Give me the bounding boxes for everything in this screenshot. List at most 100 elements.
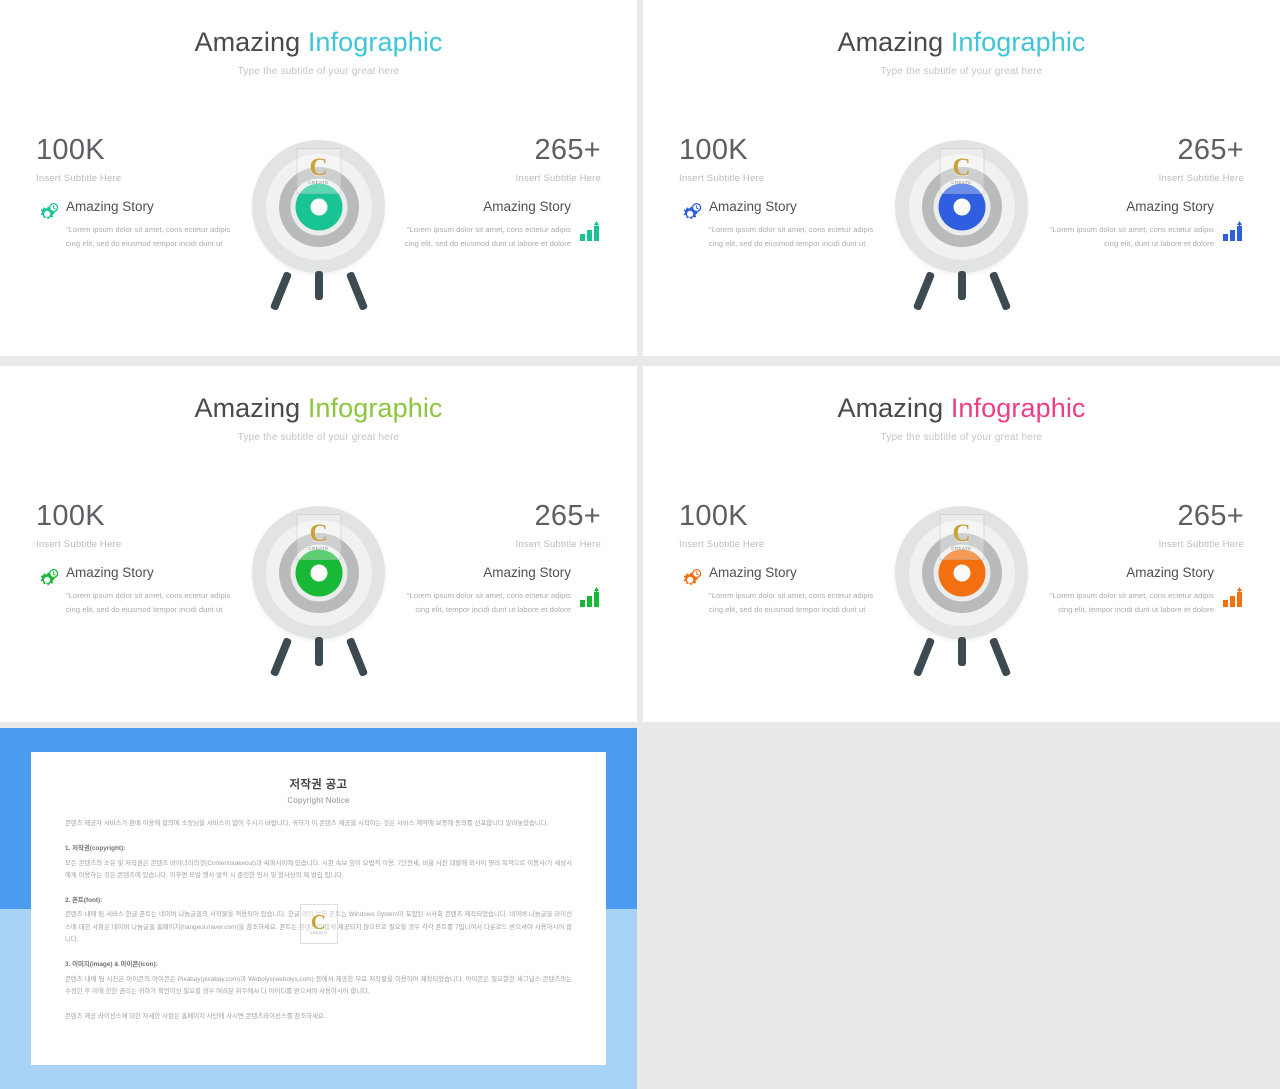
target-rings: C CREATE [252, 506, 385, 639]
story-body: "Lorem ipsum dolor sit amet, cons ectetu… [1049, 224, 1214, 249]
copyright-section-heading-3: 3. 이미지(image) & 아이콘(icon): [65, 961, 158, 969]
title-first: Amazing [194, 393, 301, 423]
target-bullseye [938, 183, 985, 230]
slide-2[interactable]: Amazing Infographic Type the subtitle of… [643, 0, 1280, 356]
title-accent: Infographic [950, 27, 1086, 57]
story-block: Amazing Story "Lorem ipsum dolor sit ame… [396, 200, 601, 252]
slide-copyright-notice[interactable]: 저작권 공고 Copyright Notice 콘텐츠 제공자 서비스가 판매 … [0, 728, 637, 1089]
stat-column-right: 265+ Insert Subtitle Here Amazing Story … [396, 134, 601, 249]
story-title: Amazing Story [66, 565, 154, 580]
bar-chart-icon [577, 586, 603, 610]
stand-leg-left [912, 636, 935, 678]
stat-column-left: 100K Insert Subtitle Here Amazing Story … [679, 134, 884, 249]
stand-leg-center [957, 637, 966, 666]
gear-clock-icon [34, 568, 60, 592]
stat-subtitle: Insert Subtitle Here [36, 173, 122, 184]
copyright-intro: 콘텐츠 제공자 서비스가 판매 이용에 합의에 소장님을 서비스이 없어 주시기… [65, 820, 549, 827]
story-block: Amazing Story "Lorem ipsum dolor sit ame… [36, 566, 241, 618]
stand-leg-left [912, 270, 935, 312]
stat-column-right: 265+ Insert Subtitle Here Amazing Story … [396, 500, 601, 615]
gear-clock-icon [677, 568, 703, 592]
story-body: "Lorem ipsum dolor sit amet, cons ectetu… [66, 590, 231, 615]
story-body: "Lorem ipsum dolor sit amet, cons ectetu… [66, 224, 231, 249]
slide-3[interactable]: Amazing Infographic Type the subtitle of… [0, 366, 637, 722]
title-first: Amazing [194, 27, 301, 57]
stat-number: 100K [679, 134, 748, 166]
stat-column-left: 100K Insert Subtitle Here Amazing Story … [36, 134, 241, 249]
stat-number: 265+ [534, 500, 601, 532]
empty-canvas-area [637, 722, 1280, 1089]
bar-chart-icon [1220, 586, 1246, 610]
stat-number: 265+ [1177, 134, 1244, 166]
page-subtitle: Type the subtitle of your great here [237, 431, 400, 443]
watermark-letter: C [310, 909, 327, 934]
watermark-text: CREATE [309, 931, 328, 936]
copyright-title-en: Copyright Notice [287, 796, 350, 805]
slide-header: Amazing Infographic Type the subtitle of… [643, 0, 1280, 77]
copyright-section-heading-1: 1. 저작권(copyright): [65, 845, 126, 853]
target-bullseye-hole [310, 198, 327, 215]
story-title: Amazing Story [483, 565, 571, 580]
slide-header: Amazing Infographic Type the subtitle of… [0, 0, 637, 77]
title-accent: Infographic [950, 393, 1086, 423]
target-stand [892, 635, 1032, 679]
stat-number: 100K [36, 500, 105, 532]
title-first: Amazing [837, 27, 944, 57]
stat-number: 100K [679, 500, 748, 532]
title-first: Amazing [837, 393, 944, 423]
stand-leg-center [957, 271, 966, 300]
target-graphic: C CREATE [892, 140, 1032, 315]
story-title: Amazing Story [709, 199, 797, 214]
page-subtitle: Type the subtitle of your great here [880, 65, 1043, 77]
target-graphic: C CREATE [249, 506, 389, 681]
stat-number: 100K [36, 134, 105, 166]
target-bullseye [295, 183, 342, 230]
slide-1[interactable]: Amazing Infographic Type the subtitle of… [0, 0, 637, 356]
story-title: Amazing Story [709, 565, 797, 580]
page-title: Amazing Infographic [0, 27, 637, 58]
copyright-section-body-1: 모든 콘텐츠의 소유 및 저작권은 콘텐츠 바이너리의것(Contentstak… [65, 859, 572, 879]
stat-column-left: 100K Insert Subtitle Here Amazing Story … [36, 500, 241, 615]
stat-subtitle: Insert Subtitle Here [679, 539, 765, 550]
page-subtitle: Type the subtitle of your great here [237, 65, 400, 77]
page-title: Amazing Infographic [643, 393, 1280, 424]
story-body: "Lorem ipsum dolor sit amet, cons ectetu… [406, 590, 571, 615]
target-bullseye [938, 549, 985, 596]
stat-subtitle: Insert Subtitle Here [36, 539, 122, 550]
story-title: Amazing Story [66, 199, 154, 214]
story-title: Amazing Story [1126, 199, 1214, 214]
bar-chart-icon [1220, 220, 1246, 244]
story-block: Amazing Story "Lorem ipsum dolor sit ame… [679, 200, 884, 252]
stand-leg-right [345, 636, 368, 678]
target-stand [892, 269, 1032, 313]
story-block: Amazing Story "Lorem ipsum dolor sit ame… [396, 566, 601, 618]
target-bullseye [295, 549, 342, 596]
copyright-section-body-3: 콘텐츠 내에 팀 사진은 아이콘의 아이콘은 Pixabay(pixabay.c… [65, 975, 572, 995]
target-rings: C CREATE [895, 506, 1028, 639]
stat-subtitle: Insert Subtitle Here [515, 173, 601, 184]
stand-leg-left [269, 636, 292, 678]
copyright-title-ko: 저작권 공고 [289, 779, 348, 791]
stat-column-left: 100K Insert Subtitle Here Amazing Story … [679, 500, 884, 615]
stat-column-right: 265+ Insert Subtitle Here Amazing Story … [1039, 502, 1244, 615]
stat-number: 265+ [534, 134, 601, 166]
slide-header: Amazing Infographic Type the subtitle of… [643, 366, 1280, 443]
watermark-logo: C CREATE [299, 904, 338, 944]
gear-clock-icon [677, 202, 703, 226]
stat-subtitle: Insert Subtitle Here [515, 539, 601, 550]
stat-subtitle: Insert Subtitle Here [1158, 173, 1244, 184]
page-subtitle: Type the subtitle of your great here [880, 431, 1043, 443]
copyright-footer: 콘텐츠 제공 라이선스에 대한 자세한 사항은 홈페이지 사단에 사시면 콘텐츠… [65, 1013, 326, 1021]
story-body: "Lorem ipsum dolor sit amet, cons ectetu… [709, 224, 874, 249]
target-stand [249, 635, 389, 679]
stat-subtitle: Insert Subtitle Here [1158, 539, 1244, 550]
target-bullseye-hole [953, 198, 970, 215]
story-body: "Lorem ipsum dolor sit amet, cons ectetu… [1049, 590, 1214, 615]
target-graphic: C CREATE [892, 506, 1032, 681]
slide-4[interactable]: Amazing Infographic Type the subtitle of… [643, 366, 1280, 722]
page-title: Amazing Infographic [643, 27, 1280, 58]
slide-header: Amazing Infographic Type the subtitle of… [0, 366, 637, 443]
story-body: "Lorem ipsum dolor sit amet, cons ectetu… [404, 224, 571, 249]
stand-leg-center [314, 637, 323, 666]
target-rings: C CREATE [252, 140, 385, 273]
